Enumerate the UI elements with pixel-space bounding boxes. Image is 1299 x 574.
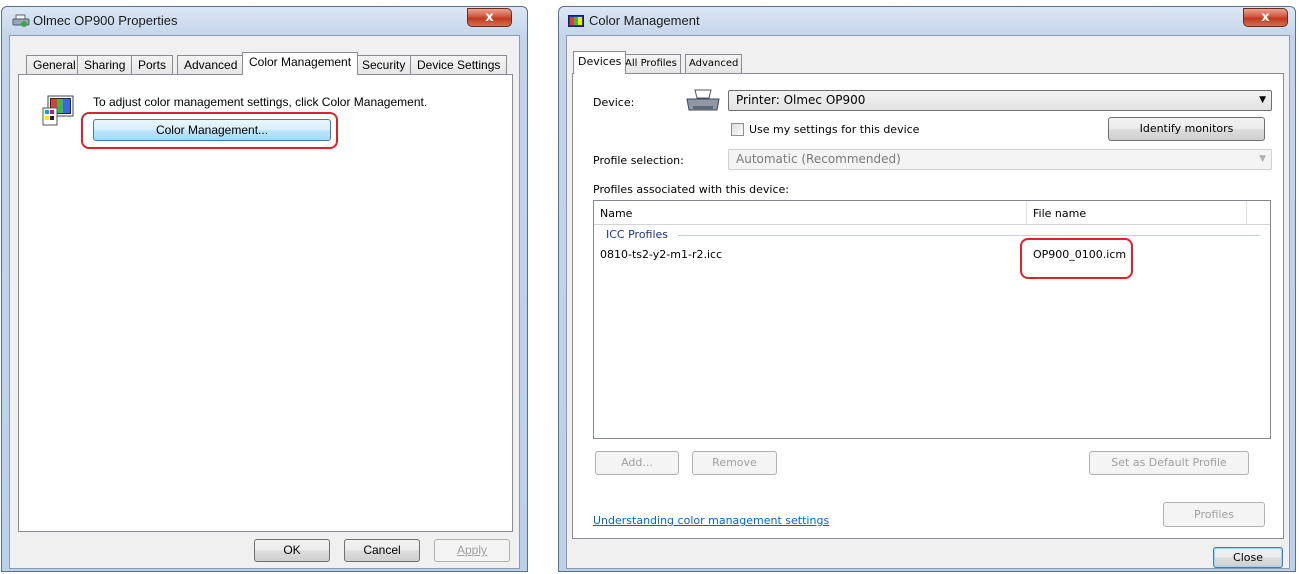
- printer-icon: [685, 88, 721, 117]
- group-line: [678, 235, 1260, 236]
- cancel-button[interactable]: Cancel: [344, 539, 420, 562]
- profiles-associated-label: Profiles associated with this device:: [593, 183, 790, 196]
- use-my-settings-checkbox[interactable]: [731, 123, 744, 136]
- printer-properties-window: Olmec OP900 Properties x General Sharing…: [1, 6, 528, 572]
- tab-advanced[interactable]: Advanced: [177, 55, 245, 75]
- tab-ports[interactable]: Ports: [131, 55, 174, 75]
- list-header: Name File name: [594, 201, 1270, 225]
- profile-selection-label: Profile selection:: [593, 154, 684, 167]
- dialog-client: Devices All Profiles Advanced Device: Pr…: [566, 35, 1290, 569]
- remove-button[interactable]: Remove: [692, 451, 777, 475]
- highlight-box: [81, 112, 338, 149]
- device-value: Printer: Olmec OP900: [736, 93, 866, 107]
- set-as-default-profile-button[interactable]: Set as Default Profile: [1089, 451, 1249, 475]
- group-header-icc-profiles: ICC Profiles: [596, 226, 1268, 244]
- close-button[interactable]: x: [1243, 8, 1288, 27]
- tab-advanced[interactable]: Advanced: [685, 54, 743, 73]
- instruction-text: To adjust color management settings, cli…: [93, 95, 428, 109]
- use-my-settings-label[interactable]: Use my settings for this device: [749, 123, 919, 136]
- title-bar[interactable]: Olmec OP900 Properties x: [2, 7, 527, 35]
- apply-button[interactable]: Apply: [434, 539, 510, 562]
- remove-label: Remove: [712, 456, 757, 469]
- profile-selection-value: Automatic (Recommended): [736, 152, 901, 166]
- close-button[interactable]: x: [467, 8, 512, 27]
- tab-device-settings[interactable]: Device Settings: [410, 55, 508, 75]
- color-management-window: Color Management x Devices All Profiles …: [558, 6, 1296, 572]
- close-dialog-button[interactable]: Close: [1213, 547, 1283, 568]
- dialog-client: General Sharing Ports Advanced Color Man…: [9, 35, 520, 569]
- add-button[interactable]: Add...: [595, 451, 679, 475]
- tab-sharing[interactable]: Sharing: [77, 55, 133, 75]
- profiles-button[interactable]: Profiles: [1163, 502, 1265, 527]
- highlight-box: [1020, 238, 1133, 279]
- group-title: ICC Profiles: [606, 228, 669, 241]
- row-name: 0810-ts2-y2-m1-r2.icc: [600, 248, 723, 261]
- window-title: Color Management: [589, 13, 700, 28]
- close-icon: x: [485, 10, 494, 25]
- tab-panel: To adjust color management settings, cli…: [18, 74, 513, 532]
- tab-panel: Device: Printer: Olmec OP900 ▼ Use my se…: [572, 73, 1284, 539]
- apply-label: Apply: [456, 543, 488, 557]
- device-dropdown[interactable]: Printer: Olmec OP900 ▼: [728, 90, 1272, 111]
- tab-color-management[interactable]: Color Management: [242, 52, 359, 75]
- tab-devices[interactable]: Devices: [573, 51, 627, 74]
- profiles-label: Profiles: [1194, 508, 1234, 521]
- understanding-color-management-link[interactable]: Understanding color management settings: [593, 514, 829, 527]
- printer-icon: [12, 14, 30, 28]
- device-label: Device:: [593, 96, 635, 109]
- column-divider: [1026, 201, 1027, 225]
- profiles-list[interactable]: Name File name ICC Profiles 0810-ts2-y2-…: [593, 200, 1271, 439]
- profile-selection-dropdown[interactable]: Automatic (Recommended) ▼: [728, 149, 1272, 170]
- chevron-down-icon: ▼: [1259, 95, 1266, 105]
- set-default-label: Set as Default Profile: [1111, 456, 1227, 469]
- column-divider: [1246, 201, 1247, 225]
- tab-all-profiles[interactable]: All Profiles: [621, 54, 681, 73]
- identify-monitors-button[interactable]: Identify monitors: [1108, 117, 1265, 141]
- tab-security[interactable]: Security: [355, 55, 413, 75]
- color-management-app-icon: [568, 15, 584, 29]
- column-header-name[interactable]: Name: [600, 207, 632, 220]
- close-icon: x: [1261, 10, 1270, 25]
- add-label: Add...: [621, 456, 653, 469]
- table-row[interactable]: 0810-ts2-y2-m1-r2.icc OP900_0100.icm: [594, 245, 1270, 265]
- chevron-down-icon: ▼: [1259, 154, 1266, 164]
- tab-general[interactable]: General: [26, 55, 83, 75]
- window-title: Olmec OP900 Properties: [33, 13, 178, 28]
- column-header-file-name[interactable]: File name: [1033, 207, 1086, 220]
- color-management-icon: [42, 95, 76, 127]
- title-bar[interactable]: Color Management x: [559, 7, 1295, 35]
- ok-button[interactable]: OK: [254, 539, 330, 562]
